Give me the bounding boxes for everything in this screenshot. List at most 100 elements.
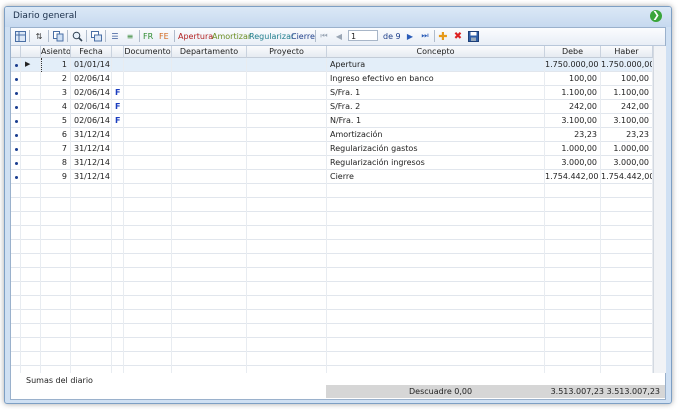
vertical-scrollbar[interactable]	[653, 46, 666, 373]
empty-row[interactable]	[11, 296, 653, 310]
empty-cell	[71, 324, 112, 338]
empty-row[interactable]	[11, 352, 653, 366]
empty-row[interactable]	[11, 254, 653, 268]
empty-row[interactable]	[11, 282, 653, 296]
page-number-input[interactable]: 1	[348, 30, 378, 41]
empty-cell	[172, 324, 247, 338]
regularizar-button[interactable]: Regularizar	[249, 30, 294, 42]
empty-cell	[124, 282, 172, 296]
empty-cell	[172, 212, 247, 226]
cell-fecha: 31/12/14	[71, 156, 112, 170]
amortizar-button[interactable]: Amortizar	[212, 30, 251, 42]
empty-cell	[327, 296, 545, 310]
empty-cell	[112, 240, 124, 254]
fr-button[interactable]: FR	[143, 30, 153, 42]
header-concepto[interactable]: Concepto	[327, 46, 545, 58]
empty-row[interactable]	[11, 338, 653, 352]
empty-cell	[545, 282, 601, 296]
empty-cell	[21, 254, 41, 268]
cierre-button[interactable]: Cierre	[291, 30, 315, 42]
empty-cell	[11, 324, 21, 338]
last-page-icon[interactable]: ⏭	[419, 30, 431, 42]
grid-icon[interactable]	[14, 30, 26, 42]
multi-window-icon[interactable]	[90, 30, 102, 42]
window-title: Diario general	[13, 11, 77, 21]
prev-page-icon[interactable]: ◀	[333, 30, 345, 42]
row-pointer-icon: ▶	[21, 58, 41, 72]
table-row[interactable]: 9 31/12/14 Cierre 1.754.442,00 1.754.442,00	[11, 170, 653, 184]
header-departamento[interactable]: Departamento	[172, 46, 247, 58]
row-pointer-cell	[21, 114, 41, 128]
delete-icon[interactable]: ✖	[452, 30, 464, 42]
cell-flag: F	[112, 114, 124, 128]
cell-departamento	[172, 86, 247, 100]
table-row[interactable]: 7 31/12/14 Regularización gastos 1.000,00 1.…	[11, 142, 653, 156]
empty-cell	[41, 352, 71, 366]
cell-departamento	[172, 142, 247, 156]
cell-proyecto	[247, 114, 327, 128]
green-action-icon[interactable]: ❯	[650, 10, 662, 22]
header-flag[interactable]	[112, 46, 124, 58]
empty-cell	[327, 240, 545, 254]
empty-cell	[124, 296, 172, 310]
empty-row[interactable]	[11, 268, 653, 282]
fe-button[interactable]: FE	[159, 30, 169, 42]
empty-cell	[11, 310, 21, 324]
empty-row[interactable]	[11, 240, 653, 254]
cell-concepto: Ingreso efectivo en banco	[327, 72, 545, 86]
empty-cell	[41, 198, 71, 212]
table-row[interactable]: 4 02/06/14 F S/Fra. 2 242,00 242,00	[11, 100, 653, 114]
empty-cell	[11, 268, 21, 282]
copy-icon[interactable]	[52, 30, 64, 42]
empty-row[interactable]	[11, 310, 653, 324]
empty-row[interactable]	[11, 198, 653, 212]
empty-row[interactable]	[11, 212, 653, 226]
empty-cell	[112, 254, 124, 268]
list-add-icon[interactable]: ≡	[124, 30, 136, 42]
empty-cell	[601, 282, 653, 296]
empty-row[interactable]	[11, 366, 653, 373]
table-row[interactable]: 3 02/06/14 F S/Fra. 1 1.100,00 1.100,00	[11, 86, 653, 100]
empty-cell	[601, 338, 653, 352]
sort-icon[interactable]: ⇅	[33, 30, 45, 42]
header-proyecto[interactable]: Proyecto	[247, 46, 327, 58]
header-documento[interactable]: Documento	[124, 46, 172, 58]
first-page-icon[interactable]: ⏮	[318, 30, 330, 42]
header-haber[interactable]: Haber	[601, 46, 653, 58]
search-icon[interactable]	[71, 30, 83, 42]
table-row[interactable]: 8 31/12/14 Regularización ingresos 3.000,00…	[11, 156, 653, 170]
row-indicator-icon	[11, 100, 21, 114]
header-fecha[interactable]: Fecha	[71, 46, 112, 58]
empty-cell	[327, 338, 545, 352]
cell-asiento: 6	[41, 128, 71, 142]
next-page-icon[interactable]: ▶	[404, 30, 416, 42]
empty-cell	[247, 366, 327, 373]
table-row[interactable]: 6 31/12/14 Amortización 23,23 23,23	[11, 128, 653, 142]
apertura-button[interactable]: Apertura	[178, 30, 213, 42]
empty-cell	[124, 226, 172, 240]
header-debe[interactable]: Debe	[545, 46, 601, 58]
empty-cell	[41, 240, 71, 254]
cell-asiento: 7	[41, 142, 71, 156]
empty-cell	[112, 212, 124, 226]
cell-flag: F	[112, 100, 124, 114]
list-icon[interactable]: ☰	[109, 30, 121, 42]
empty-cell	[124, 268, 172, 282]
cell-fecha: 02/06/14	[71, 72, 112, 86]
empty-cell	[247, 352, 327, 366]
cell-departamento	[172, 114, 247, 128]
table-row[interactable]: 5 02/06/14 F N/Fra. 1 3.100,00 3.100,00	[11, 114, 653, 128]
empty-row[interactable]	[11, 184, 653, 198]
header-asiento[interactable]: Asiento	[41, 46, 71, 58]
save-icon[interactable]	[467, 30, 479, 42]
empty-row[interactable]	[11, 226, 653, 240]
titlebar: Diario general ❯	[5, 7, 671, 27]
empty-cell	[327, 352, 545, 366]
table-row[interactable]: ▶ 1 01/01/14 Apertura 1.750.000,00 1.750.000,…	[11, 58, 653, 72]
table-row[interactable]: 2 02/06/14 Ingreso efectivo en banco 100,00…	[11, 72, 653, 86]
cell-documento	[124, 142, 172, 156]
add-icon[interactable]: ✚	[437, 30, 449, 43]
cell-concepto: Regularización ingresos	[327, 156, 545, 170]
empty-cell	[71, 212, 112, 226]
empty-row[interactable]	[11, 324, 653, 338]
